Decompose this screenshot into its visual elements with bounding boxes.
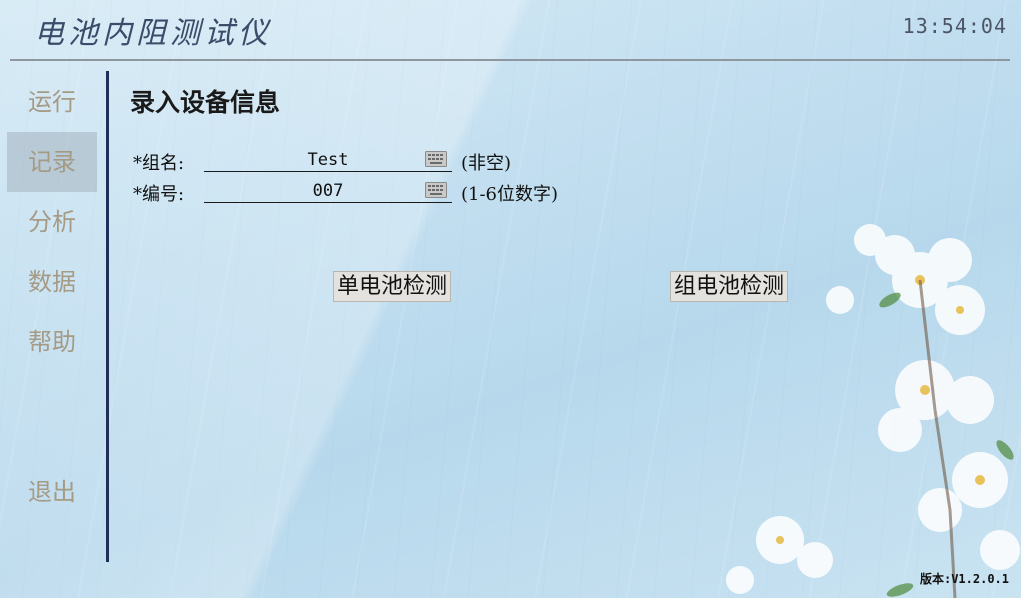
group-name-hint: (非空) [461, 153, 512, 174]
app-title: 电池内阻测试仪 [34, 16, 272, 51]
group-name-label: *组名: [133, 153, 185, 174]
sidebar-item-run[interactable]: 运行 [7, 72, 97, 132]
group-battery-test-button[interactable]: 组电池检测 [670, 271, 789, 302]
header-divider [10, 59, 1010, 61]
single-battery-test-button[interactable]: 单电池检测 [333, 271, 452, 302]
keyboard-icon[interactable] [425, 151, 447, 167]
keyboard-icon[interactable] [425, 182, 447, 198]
sidebar-item-analysis[interactable]: 分析 [7, 192, 97, 252]
clock-display: 13:54:04 [902, 14, 1007, 38]
blossom-decoration [726, 224, 1020, 598]
sidebar-item-data[interactable]: 数据 [7, 252, 97, 312]
serial-number-hint: (1-6位数字) [461, 184, 559, 205]
group-name-input[interactable]: Test [204, 149, 452, 172]
serial-number-label: *编号: [133, 184, 185, 205]
sidebar-item-records[interactable]: 记录 [7, 132, 97, 192]
sidebar-divider [106, 71, 109, 562]
version-label: 版本:V1.2.0.1 [919, 572, 1009, 586]
serial-number-input[interactable]: 007 [204, 180, 452, 203]
sidebar-nav: 运行 记录 分析 数据 帮助 退出 [7, 72, 97, 562]
sidebar-item-help[interactable]: 帮助 [7, 312, 97, 372]
page-title: 录入设备信息 [130, 88, 281, 117]
sidebar-item-exit[interactable]: 退出 [7, 462, 97, 522]
